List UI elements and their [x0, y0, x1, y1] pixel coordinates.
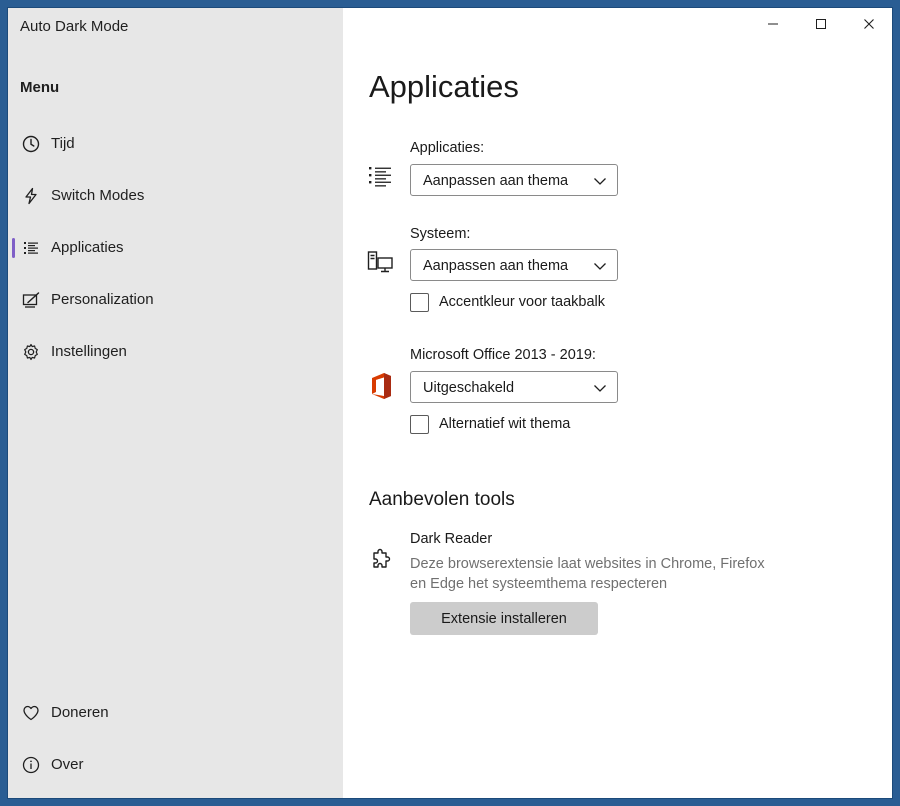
- nav-item-label: Personalization: [51, 291, 154, 308]
- dropdown-value: Aanpassen aan thema: [423, 258, 569, 274]
- nav-item-instellingen[interactable]: Instellingen: [8, 331, 343, 373]
- tool-description: Deze browserextensie laat websites in Ch…: [410, 556, 765, 592]
- sidebar: Auto Dark Mode Menu Tijd Switch Modes Ap…: [8, 8, 343, 798]
- chevron-down-icon: [593, 259, 607, 273]
- menu-label: Menu: [20, 79, 60, 96]
- apps-label: Applicaties:: [410, 140, 485, 156]
- nav-item-over[interactable]: Over: [8, 744, 343, 786]
- nav-item-label: Applicaties: [51, 239, 124, 256]
- recommended-tools-title: Aanbevolen tools: [369, 489, 515, 510]
- install-extension-button[interactable]: Extensie installeren: [410, 602, 598, 635]
- nav-item-label: Tijd: [51, 135, 75, 152]
- nav-item-label: Over: [51, 756, 84, 773]
- checkbox-box[interactable]: [410, 293, 429, 312]
- page-title: Applicaties: [369, 69, 519, 104]
- gear-icon: [21, 342, 41, 362]
- chevron-down-icon: [593, 381, 607, 395]
- dropdown-value: Uitgeschakeld: [423, 380, 515, 396]
- clock-icon: [21, 134, 41, 154]
- info-icon: [21, 755, 41, 775]
- nav-item-tijd[interactable]: Tijd: [8, 123, 343, 165]
- chevron-down-icon: [593, 174, 607, 188]
- system-label: Systeem:: [410, 226, 471, 242]
- lightning-icon: [21, 186, 41, 206]
- nav-item-switch-modes[interactable]: Switch Modes: [8, 175, 343, 217]
- office-label: Microsoft Office 2013 - 2019:: [410, 347, 596, 363]
- list-icon: [367, 163, 395, 191]
- tool-name: Dark Reader: [410, 531, 493, 547]
- checkbox-box[interactable]: [410, 415, 429, 434]
- personalize-icon: [21, 290, 41, 310]
- app-title: Auto Dark Mode: [20, 18, 129, 35]
- system-icon: [367, 249, 395, 277]
- office-icon: [367, 372, 395, 400]
- checkbox-label: Accentkleur voor taakbalk: [439, 294, 606, 310]
- app-window: Auto Dark Mode Menu Tijd Switch Modes Ap…: [8, 8, 892, 798]
- office-theme-dropdown[interactable]: Uitgeschakeld: [410, 371, 618, 403]
- apps-theme-dropdown[interactable]: Aanpassen aan thema: [410, 164, 618, 196]
- dropdown-value: Aanpassen aan thema: [423, 173, 569, 189]
- puzzle-icon: [367, 546, 395, 574]
- nav-item-personalization[interactable]: Personalization: [8, 279, 343, 321]
- main-content: Applicaties Applicaties: Aanpassen aan t…: [343, 8, 892, 798]
- nav-item-label: Doneren: [51, 704, 109, 721]
- nav-item-doneren[interactable]: Doneren: [8, 692, 343, 734]
- nav-item-label: Switch Modes: [51, 187, 145, 204]
- nav-item-applicaties[interactable]: Applicaties: [8, 227, 343, 269]
- system-theme-dropdown[interactable]: Aanpassen aan thema: [410, 249, 618, 281]
- checkbox-label: Alternatief wit thema: [439, 416, 571, 432]
- nav-item-label: Instellingen: [51, 343, 127, 360]
- list-icon: [21, 238, 41, 258]
- heart-icon: [21, 703, 41, 723]
